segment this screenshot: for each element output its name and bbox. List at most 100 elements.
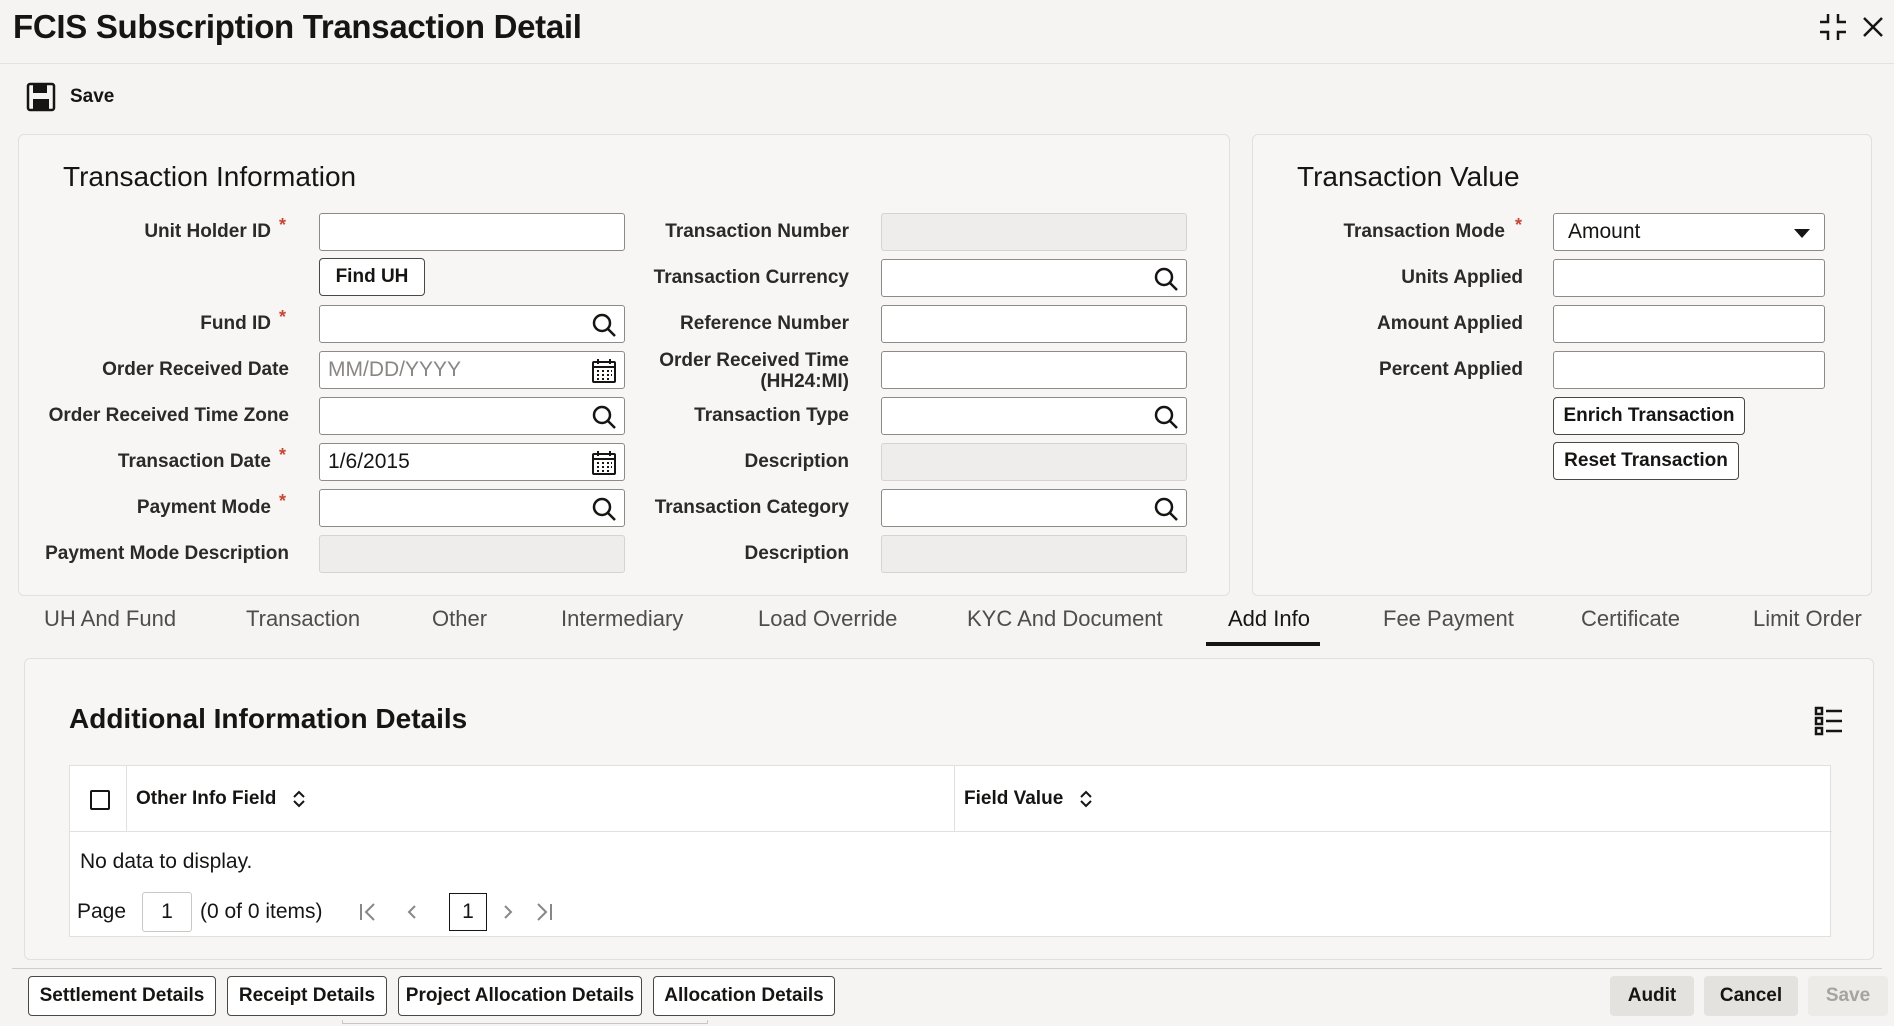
column-header-field-value[interactable]: Field Value bbox=[964, 788, 1095, 810]
tab-other[interactable]: Other bbox=[432, 606, 487, 632]
payment-mode-input[interactable] bbox=[319, 489, 625, 527]
transaction-type-input[interactable] bbox=[881, 397, 1187, 435]
chevron-down-icon bbox=[1794, 229, 1810, 238]
reset-transaction-button[interactable]: Reset Transaction bbox=[1553, 442, 1739, 480]
percent-applied-label: Percent Applied bbox=[1379, 359, 1523, 380]
amount-applied-input[interactable] bbox=[1553, 305, 1825, 343]
receipt-details-button[interactable]: Receipt Details bbox=[227, 976, 387, 1016]
first-page-icon[interactable] bbox=[356, 900, 380, 924]
title-bar: FCIS Subscription Transaction Detail bbox=[0, 0, 1894, 64]
select-all-checkbox[interactable] bbox=[90, 790, 110, 810]
transaction-mode-label: Transaction Mode bbox=[1343, 221, 1505, 242]
enrich-transaction-button[interactable]: Enrich Transaction bbox=[1553, 397, 1745, 435]
page-number-input[interactable]: 1 bbox=[142, 892, 192, 932]
units-applied-input[interactable] bbox=[1553, 259, 1825, 297]
additional-information-table: Other Info Field Field Value No data to … bbox=[69, 765, 1832, 937]
order-received-time-input[interactable] bbox=[881, 351, 1187, 389]
items-count: (0 of 0 items) bbox=[200, 900, 323, 923]
payment-mode-label: Payment Mode bbox=[136, 497, 271, 518]
empty-table-message: No data to display. bbox=[80, 850, 253, 873]
units-applied-label: Units Applied bbox=[1401, 267, 1523, 288]
transaction-type-label: Transaction Type bbox=[694, 405, 849, 426]
page-label: Page bbox=[77, 900, 127, 923]
tab-load-override[interactable]: Load Override bbox=[758, 606, 897, 632]
tab-transaction[interactable]: Transaction bbox=[246, 606, 360, 632]
previous-page-icon[interactable] bbox=[400, 900, 424, 924]
transaction-information-panel: Transaction Information Unit Holder ID *… bbox=[18, 134, 1230, 596]
payment-mode-description-label: Payment Mode Description bbox=[45, 543, 289, 564]
percent-applied-input[interactable] bbox=[1553, 351, 1825, 389]
column-divider bbox=[954, 766, 955, 832]
toolbar-save-button[interactable]: Save bbox=[26, 80, 114, 114]
next-page-icon[interactable] bbox=[496, 900, 520, 924]
last-page-icon[interactable] bbox=[532, 900, 556, 924]
unit-holder-id-input[interactable] bbox=[319, 213, 625, 251]
search-icon[interactable] bbox=[1152, 403, 1180, 431]
order-received-time-zone-label: Order Received Time Zone bbox=[48, 405, 289, 426]
minimize-icon[interactable] bbox=[1816, 10, 1850, 44]
search-icon[interactable] bbox=[590, 495, 618, 523]
required-marker: * bbox=[1515, 215, 1523, 235]
allocation-details-button[interactable]: Allocation Details bbox=[653, 976, 835, 1016]
fund-id-label: Fund ID bbox=[200, 313, 271, 334]
search-icon[interactable] bbox=[1152, 495, 1180, 523]
order-received-time-label-line1: Order Received Time bbox=[659, 350, 849, 371]
close-icon[interactable] bbox=[1856, 10, 1890, 44]
search-icon[interactable] bbox=[590, 311, 618, 339]
required-marker: * bbox=[279, 445, 287, 465]
additional-information-panel: Additional Information Details Other Inf… bbox=[24, 658, 1874, 960]
toolbar-save-label: Save bbox=[70, 86, 115, 107]
transaction-date-value: 1/6/2015 bbox=[328, 450, 410, 473]
toolbar: Save bbox=[0, 64, 1894, 130]
transaction-currency-input[interactable] bbox=[881, 259, 1187, 297]
column-header-label: Field Value bbox=[964, 788, 1064, 809]
transaction-mode-select[interactable]: Amount bbox=[1553, 213, 1825, 251]
save-button[interactable]: Save bbox=[1808, 976, 1888, 1016]
footer-divider bbox=[12, 968, 1882, 969]
save-icon bbox=[26, 82, 56, 112]
column-header-label: Other Info Field bbox=[136, 788, 277, 809]
tab-limit-order[interactable]: Limit Order bbox=[1753, 606, 1862, 632]
calendar-icon[interactable] bbox=[590, 357, 618, 385]
tab-fee-payment[interactable]: Fee Payment bbox=[1383, 606, 1514, 632]
payment-mode-description-field bbox=[319, 535, 625, 573]
category-description-label: Description bbox=[744, 543, 849, 564]
settlement-details-button[interactable]: Settlement Details bbox=[28, 976, 216, 1016]
transaction-value-panel: Transaction Value Transaction Mode * Amo… bbox=[1252, 134, 1872, 596]
transaction-currency-label: Transaction Currency bbox=[653, 267, 849, 288]
sort-icon bbox=[1080, 790, 1092, 808]
description-field bbox=[881, 443, 1187, 481]
tab-intermediary[interactable]: Intermediary bbox=[561, 606, 683, 632]
transaction-number-label: Transaction Number bbox=[665, 221, 849, 242]
transaction-mode-value: Amount bbox=[1568, 220, 1641, 243]
current-page-button[interactable]: 1 bbox=[449, 893, 487, 931]
window-title: FCIS Subscription Transaction Detail bbox=[13, 8, 582, 45]
subscription-transaction-window: FCIS Subscription Transaction Detail Sav… bbox=[0, 0, 1894, 1026]
reference-number-input[interactable] bbox=[881, 305, 1187, 343]
order-received-time-zone-input[interactable] bbox=[319, 397, 625, 435]
order-received-time-label-line2: (HH24:MI) bbox=[760, 371, 849, 392]
fund-id-input[interactable] bbox=[319, 305, 625, 343]
transaction-category-input[interactable] bbox=[881, 489, 1187, 527]
tab-uh-and-fund[interactable]: UH And Fund bbox=[44, 606, 176, 632]
tab-add-info[interactable]: Add Info bbox=[1228, 606, 1310, 632]
calendar-icon[interactable] bbox=[590, 449, 618, 477]
cancel-button[interactable]: Cancel bbox=[1704, 976, 1798, 1016]
audit-button[interactable]: Audit bbox=[1610, 976, 1694, 1016]
order-received-date-label: Order Received Date bbox=[102, 359, 289, 380]
column-header-other-info-field[interactable]: Other Info Field bbox=[136, 788, 308, 810]
find-uh-button[interactable]: Find UH bbox=[319, 258, 425, 296]
column-list-icon[interactable] bbox=[1813, 705, 1845, 737]
search-icon[interactable] bbox=[590, 403, 618, 431]
table-header: Other Info Field Field Value bbox=[70, 766, 1832, 832]
transaction-date-input[interactable]: 1/6/2015 bbox=[319, 443, 625, 481]
tab-certificate[interactable]: Certificate bbox=[1581, 606, 1680, 632]
unit-holder-id-label: Unit Holder ID bbox=[144, 221, 271, 242]
required-marker: * bbox=[279, 215, 287, 235]
order-received-date-input[interactable]: MM/DD/YYYY bbox=[319, 351, 625, 389]
transaction-information-title: Transaction Information bbox=[63, 161, 357, 192]
project-allocation-details-button[interactable]: Project Allocation Details bbox=[398, 976, 642, 1016]
date-placeholder: MM/DD/YYYY bbox=[328, 358, 462, 381]
tab-kyc-and-document[interactable]: KYC And Document bbox=[967, 606, 1163, 632]
search-icon[interactable] bbox=[1152, 265, 1180, 293]
